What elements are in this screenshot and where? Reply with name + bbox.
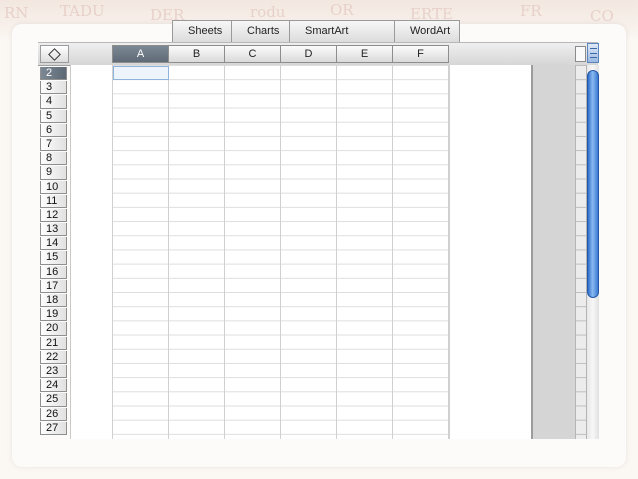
row-header-13[interactable]: 13 [40,223,67,237]
row-header-11[interactable]: 11 [40,194,67,208]
vertical-scroll-thumb[interactable] [587,70,599,298]
column-header-e[interactable]: E [337,45,393,63]
column-header-a[interactable]: A [112,45,169,63]
select-all-diamond-icon [48,47,61,61]
row-header-14[interactable]: 14 [40,237,67,251]
column-header-d[interactable]: D [281,45,337,63]
side-panel [531,65,577,439]
row-header-7[interactable]: 7 [40,137,67,152]
row-header-12[interactable]: 12 [40,208,67,223]
row-header-26[interactable]: 26 [40,407,67,421]
ribbon-tabs: Sheets Charts SmartArt Graphics WordArt [172,20,460,58]
row-header-21[interactable]: 21 [40,336,67,350]
tab-sheets[interactable]: Sheets [172,20,232,42]
row-header-17[interactable]: 17 [40,279,67,293]
row-header-10[interactable]: 10 [40,180,67,194]
row-header-9[interactable]: 9 [40,166,67,180]
row-header-25[interactable]: 25 [40,393,67,407]
column-headers: A B C D E F [112,45,449,63]
tab-wordart[interactable]: WordArt [394,20,460,42]
row-header-19[interactable]: 19 [40,308,67,322]
row-header-4[interactable]: 4 [40,95,67,109]
row-header-18[interactable]: 18 [40,294,67,308]
selected-cell-a2[interactable] [113,66,169,80]
tab-charts[interactable]: Charts [231,20,290,42]
row-header-6[interactable]: 6 [40,123,67,137]
row-header-5[interactable]: 5 [40,109,67,123]
row-header-22[interactable]: 22 [40,350,67,364]
row-headers: 2 3 4 5 6 7 8 9 10 11 12 13 14 15 16 17 18 19 20 21 22 23 24 25… [40,67,67,439]
split-box[interactable] [575,46,586,62]
row-header-24[interactable]: 24 [40,379,67,393]
select-all-button[interactable] [40,45,69,63]
row-header-16[interactable]: 16 [40,265,67,279]
cell-grid[interactable] [112,65,450,439]
tab-smartart-graphics[interactable]: SmartArt Graphics [289,20,395,58]
row-header-23[interactable]: 23 [40,364,67,379]
row-header-2[interactable]: 2 [40,67,67,81]
row-header-8[interactable]: 8 [40,152,67,166]
split-view-icon[interactable] [587,43,599,63]
column-header-b[interactable]: B [169,45,225,63]
row-header-27[interactable]: 27 [40,421,67,435]
row-header-3[interactable]: 3 [40,81,67,95]
row-header-15[interactable]: 15 [40,251,67,265]
column-header-c[interactable]: C [225,45,281,63]
column-header-f[interactable]: F [393,45,449,63]
row-header-20[interactable]: 20 [40,322,67,336]
